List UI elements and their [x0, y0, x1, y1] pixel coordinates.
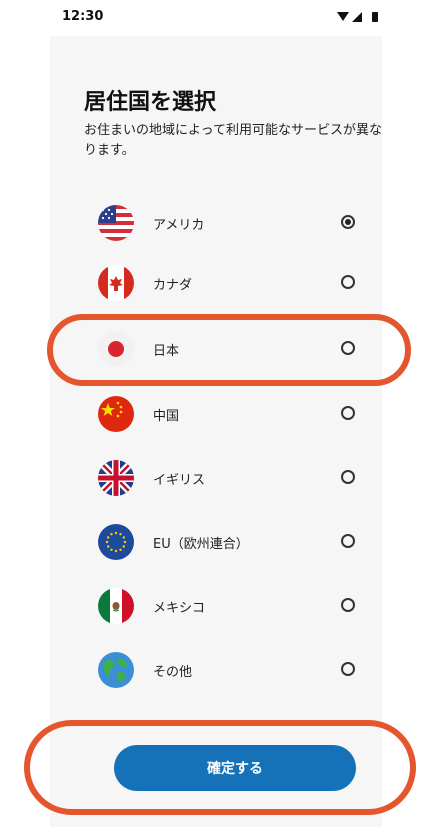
country-option-usa[interactable]: アメリカ [50, 194, 382, 254]
country-option-uk[interactable]: イギリス [50, 449, 382, 509]
wifi-icon [337, 12, 349, 21]
country-label: アメリカ [153, 218, 205, 233]
country-label: EU（欧州連合） [153, 537, 249, 552]
country-option-eu[interactable]: EU（欧州連合） [50, 513, 382, 573]
country-option-japan[interactable]: 日本 [50, 320, 382, 380]
country-label: メキシコ [153, 601, 206, 616]
radio-mexico[interactable] [341, 598, 355, 612]
status-bar: 12:30 [0, 0, 428, 36]
globe-icon [98, 652, 134, 688]
country-option-other[interactable]: その他 [50, 641, 382, 701]
page-subtitle: お住まいの地域によって利用可能なサービスが異なります。 [84, 123, 382, 158]
radio-usa[interactable] [341, 215, 355, 229]
country-label: 日本 [153, 344, 180, 359]
battery-icon [372, 12, 378, 22]
country-option-mexico[interactable]: メキシコ [50, 577, 382, 637]
uk-flag-icon [98, 460, 134, 496]
mexico-flag-icon [98, 588, 134, 624]
country-label: 中国 [153, 409, 180, 424]
country-label: その他 [153, 665, 193, 680]
radio-canada[interactable] [341, 275, 355, 289]
radio-uk[interactable] [341, 470, 355, 484]
radio-eu[interactable] [341, 534, 355, 548]
radio-japan[interactable] [341, 341, 355, 355]
us-flag-icon [98, 205, 134, 241]
country-label: カナダ [153, 278, 193, 293]
status-icons [337, 12, 378, 22]
cellular-icon [352, 12, 362, 22]
country-label: イギリス [153, 473, 206, 488]
radio-china[interactable] [341, 406, 355, 420]
japan-flag-icon [98, 331, 134, 367]
confirm-button[interactable]: 確定する [114, 745, 356, 791]
eu-flag-icon [98, 524, 134, 560]
radio-other[interactable] [341, 662, 355, 676]
page-title: 居住国を選択 [84, 90, 217, 115]
canada-flag-icon [98, 265, 134, 301]
china-flag-icon [98, 396, 134, 432]
country-option-canada[interactable]: カナダ [50, 254, 382, 314]
country-option-china[interactable]: 中国 [50, 385, 382, 445]
status-time: 12:30 [62, 9, 104, 24]
